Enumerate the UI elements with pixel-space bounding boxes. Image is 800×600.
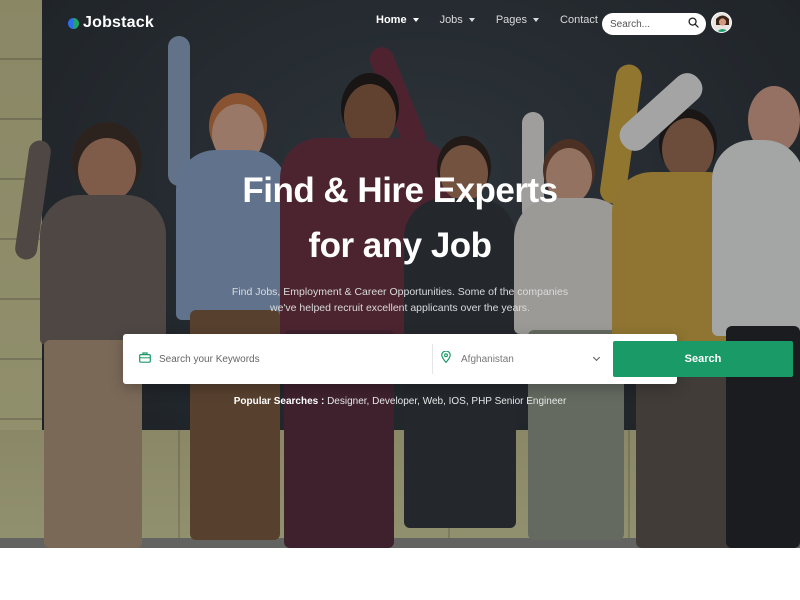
location-select[interactable]: Afghanistan [435,341,607,377]
keyword-input[interactable] [159,353,419,365]
nav-search-box [602,13,706,35]
briefcase-icon [139,350,151,368]
logo-text: Jobstack [83,14,154,31]
caret-down-icon [412,18,419,22]
nav-item-jobs[interactable]: Jobs [440,14,475,26]
nav-search-input[interactable] [610,18,688,30]
hero-headline-line1: Find & Hire Experts [242,171,558,210]
nav-item-pages[interactable]: Pages [495,14,540,26]
nav-item-home[interactable]: Home [376,14,419,26]
nav-item-label: Pages [495,14,528,26]
popular-searches-terms[interactable]: Designer, Developer, Web, IOS, PHP Senio… [327,396,566,407]
hero-overlay [0,0,800,548]
location-value: Afghanistan [461,353,514,365]
job-search-form: Afghanistan Search [123,334,793,384]
logo[interactable]: Jobstack [68,12,154,34]
map-pin-icon [441,350,451,368]
caret-down-icon [468,18,475,22]
logo-mark-icon [68,17,79,29]
nav-item-label: Home [376,14,407,26]
popular-searches-label: Popular Searches : [233,396,325,407]
field-divider [432,344,433,374]
chevron-down-icon [592,353,601,362]
user-avatar[interactable] [711,12,732,33]
hero-headline-line2: for any Job [308,226,492,265]
search-button[interactable]: Search [613,341,793,377]
popular-searches: Popular Searches : Designer, Developer, … [0,396,800,407]
main-menu: Home Jobs Pages Contact [376,14,619,26]
nav-item-label: Contact [560,14,598,26]
keyword-field [133,341,429,377]
nav-item-label: Jobs [439,14,463,26]
caret-down-icon [533,18,540,22]
search-icon[interactable] [688,15,699,33]
nav-item-contact[interactable]: Contact [560,14,598,26]
navbar: Jobstack Home Jobs Pages Contact [0,0,800,46]
hero-subtitle: Find Jobs, Employment & Career Opportuni… [231,286,569,314]
